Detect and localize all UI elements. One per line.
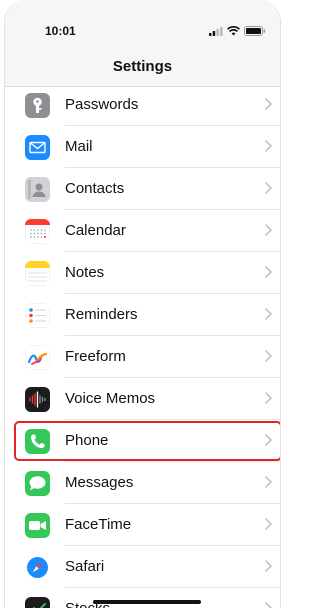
settings-row-freeform[interactable]: Freeform (5, 336, 280, 378)
chevron-right-icon (265, 560, 272, 572)
status-bar: 10:01 (5, 0, 280, 50)
settings-row-label: Mail (65, 138, 93, 155)
settings-row-contacts[interactable]: Contacts (5, 168, 280, 210)
reminders-icon (25, 303, 50, 328)
stocks-icon (25, 597, 50, 608)
chevron-right-icon (265, 476, 272, 488)
page-title: Settings (112, 58, 173, 75)
mail-icon (25, 135, 50, 160)
battery-icon (244, 26, 266, 36)
status-icons (209, 26, 266, 36)
settings-row-label: Passwords (65, 96, 139, 113)
calendar-icon (25, 219, 50, 244)
settings-row-phone[interactable]: Phone (5, 420, 280, 462)
home-indicator (93, 600, 201, 604)
settings-row-label: Calendar (65, 222, 126, 239)
settings-row-label: Freeform (65, 348, 126, 365)
chevron-right-icon (265, 266, 272, 278)
chevron-right-icon (265, 98, 272, 110)
wifi-icon (227, 26, 240, 36)
settings-row-label: Voice Memos (65, 390, 156, 407)
signal-icon (209, 26, 223, 36)
safari-icon (25, 555, 50, 580)
settings-row-calendar[interactable]: Calendar (5, 210, 280, 252)
phone-icon (25, 429, 50, 454)
settings-row-safari[interactable]: Safari (5, 546, 280, 588)
chevron-right-icon (265, 182, 272, 194)
settings-row-label: Reminders (65, 306, 138, 323)
settings-row-reminders[interactable]: Reminders (5, 294, 280, 336)
settings-row-label: Contacts (65, 180, 125, 197)
settings-list[interactable]: Passwords Mail Contacts Calendar Notes R… (5, 84, 280, 608)
settings-row-label: Notes (65, 264, 105, 281)
settings-row-label: Safari (65, 558, 105, 575)
status-time: 10:01 (45, 24, 76, 38)
chevron-right-icon (265, 140, 272, 152)
messages-icon (25, 471, 50, 496)
settings-row-notes[interactable]: Notes (5, 252, 280, 294)
chevron-right-icon (265, 350, 272, 362)
navigation-bar: Settings (5, 50, 280, 87)
chevron-right-icon (265, 308, 272, 320)
key-icon (25, 93, 50, 118)
freeform-icon (25, 345, 50, 370)
settings-row-facetime[interactable]: FaceTime (5, 504, 280, 546)
settings-row-stocks[interactable]: Stocks (5, 588, 280, 608)
settings-row-label: Messages (65, 474, 134, 491)
chevron-right-icon (265, 518, 272, 530)
iphone-screen: 10:01 Settings Passwords Mail Contacts C… (4, 0, 281, 608)
chevron-right-icon (265, 602, 272, 608)
chevron-right-icon (265, 434, 272, 446)
facetime-icon (25, 513, 50, 538)
chevron-right-icon (265, 392, 272, 404)
voice-memos-icon (25, 387, 50, 412)
settings-row-voice-memos[interactable]: Voice Memos (5, 378, 280, 420)
contacts-icon (25, 177, 50, 202)
notes-icon (25, 261, 50, 286)
settings-row-label: FaceTime (65, 516, 132, 533)
settings-row-messages[interactable]: Messages (5, 462, 280, 504)
chevron-right-icon (265, 224, 272, 236)
settings-row-passwords[interactable]: Passwords (5, 84, 280, 126)
settings-row-mail[interactable]: Mail (5, 126, 280, 168)
settings-row-label: Phone (65, 432, 109, 449)
